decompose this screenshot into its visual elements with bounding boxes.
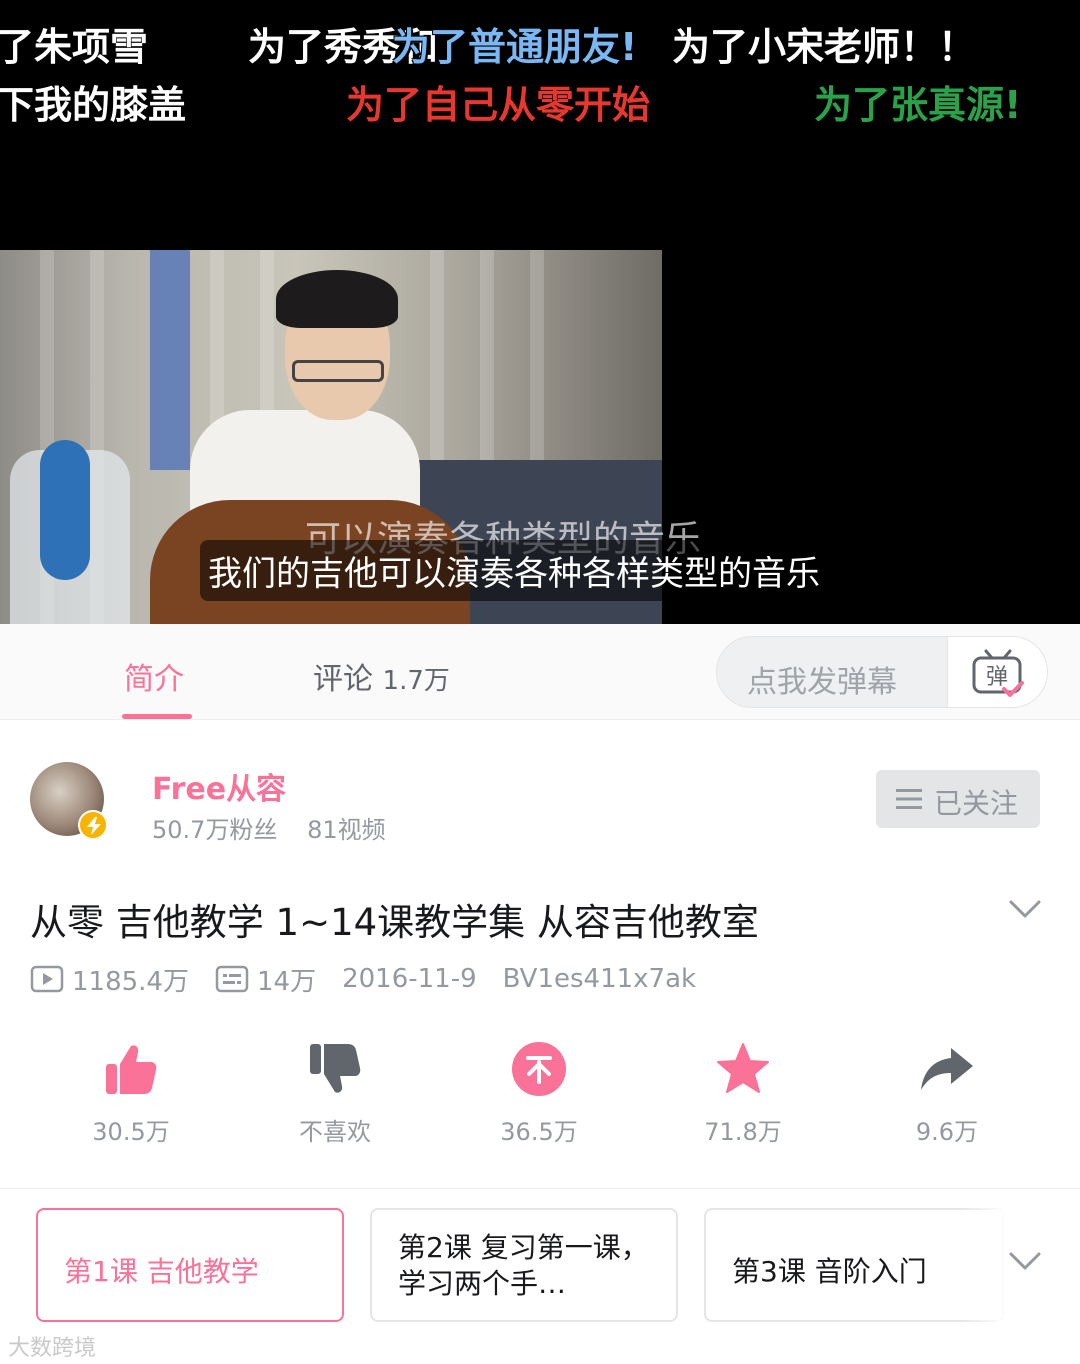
danmaku-count-icon (215, 965, 249, 993)
episode-title: 第2课 复习第一课，学习两个手… (398, 1231, 649, 1300)
like-button[interactable]: 30.5万 (66, 1036, 196, 1147)
like-count: 30.5万 (92, 1118, 170, 1146)
danmaku-send-box: 点我发弹幕 弹 (716, 636, 1048, 708)
episode-card-3[interactable]: 第3课 音阶入门 (704, 1208, 1004, 1322)
danmaku-toggle-button[interactable]: 弹 (947, 637, 1047, 707)
active-tab-indicator (122, 714, 192, 719)
video-title: 从零 吉他教学 1~14课教学集 从容吉他教室 (30, 901, 759, 944)
videos-count: 81视频 (307, 816, 386, 844)
dislike-button[interactable]: 不喜欢 (270, 1036, 400, 1147)
follow-label: 已关注 (934, 787, 1019, 820)
tab-comments[interactable]: 评论 1.7万 (313, 654, 450, 698)
danmaku-item: 为了张真源! (814, 83, 1022, 127)
chevron-down-icon[interactable] (1008, 1250, 1042, 1272)
episode-card-1[interactable]: 第1课 吉他教学 (36, 1208, 344, 1322)
verified-badge-icon (78, 810, 108, 840)
uploader-stats: 50.7万粉丝 81视频 (152, 810, 386, 845)
coin-button[interactable]: 36.5万 (474, 1036, 604, 1147)
favorite-count: 71.8万 (704, 1118, 782, 1146)
tab-bar: 简介 评论 1.7万 点我发弹幕 弹 (0, 624, 1080, 720)
uploader-info: Free从容 50.7万粉丝 81视频 已关注 (0, 722, 1080, 860)
favorite-button[interactable]: 71.8万 (678, 1036, 808, 1147)
thumbs-down-icon (310, 1044, 361, 1093)
publish-date-value: 2016-11-9 (342, 964, 477, 994)
video-player[interactable]: 了朱项雪 为了秀秀和 为了普通朋友! 为了小宋老师！！ 下我的膝盖 为了自己从零… (0, 0, 1080, 624)
episode-title: 第1课 吉他教学 (64, 1255, 259, 1288)
play-count: 1185.4万 (30, 961, 189, 998)
dislike-label: 不喜欢 (299, 1118, 371, 1146)
bvid-value: BV1es411x7ak (502, 964, 697, 994)
divider (0, 1188, 1080, 1189)
danmaku-count: 14万 (215, 961, 316, 998)
tab-comments-label: 评论 (313, 662, 373, 697)
video-meta: 1185.4万 14万 2016-11-9 BV1es411x7ak (30, 961, 722, 998)
star-icon (717, 1043, 769, 1093)
fans-count: 50.7万粉丝 (152, 816, 278, 844)
danmaku-item: 了朱项雪 (0, 25, 149, 69)
share-count: 9.6万 (915, 1118, 979, 1146)
thumbs-up-icon (106, 1045, 157, 1094)
comments-count: 1.7万 (382, 666, 450, 696)
tab-intro[interactable]: 简介 (124, 654, 184, 698)
watermark: 大数跨境 (8, 1336, 97, 1361)
chevron-down-icon[interactable] (1008, 898, 1042, 920)
play-icon (30, 965, 64, 993)
danmaku-count-value: 14万 (256, 966, 317, 997)
subtitle: 我们的吉他可以演奏各种各样类型的音乐 (200, 540, 828, 601)
episode-title: 第3课 音阶入门 (732, 1255, 927, 1288)
bullet-comment-icon: 弹 (972, 649, 1024, 697)
danmaku-input[interactable]: 点我发弹幕 (747, 657, 897, 701)
share-button[interactable]: 9.6万 (882, 1036, 1012, 1147)
svg-text:弹: 弹 (986, 665, 1008, 690)
publish-date: 2016-11-9 (342, 964, 477, 994)
uploader-name[interactable]: Free从容 (152, 764, 286, 808)
bvid: BV1es411x7ak (503, 964, 696, 994)
coin-count: 36.5万 (500, 1118, 578, 1146)
danmaku-item: 为了普通朋友! (392, 25, 638, 69)
play-count-value: 1185.4万 (72, 966, 189, 997)
episode-card-2[interactable]: 第2课 复习第一课，学习两个手… (370, 1208, 678, 1322)
danmaku-item: 下我的膝盖 (0, 83, 187, 127)
menu-icon (896, 789, 922, 809)
coin-icon (512, 1042, 566, 1096)
danmaku-item: 为了小宋老师！！ (672, 25, 977, 69)
follow-button[interactable]: 已关注 (876, 770, 1040, 828)
danmaku-item: 为了自己从零开始 (346, 83, 651, 127)
share-icon (921, 1048, 973, 1090)
